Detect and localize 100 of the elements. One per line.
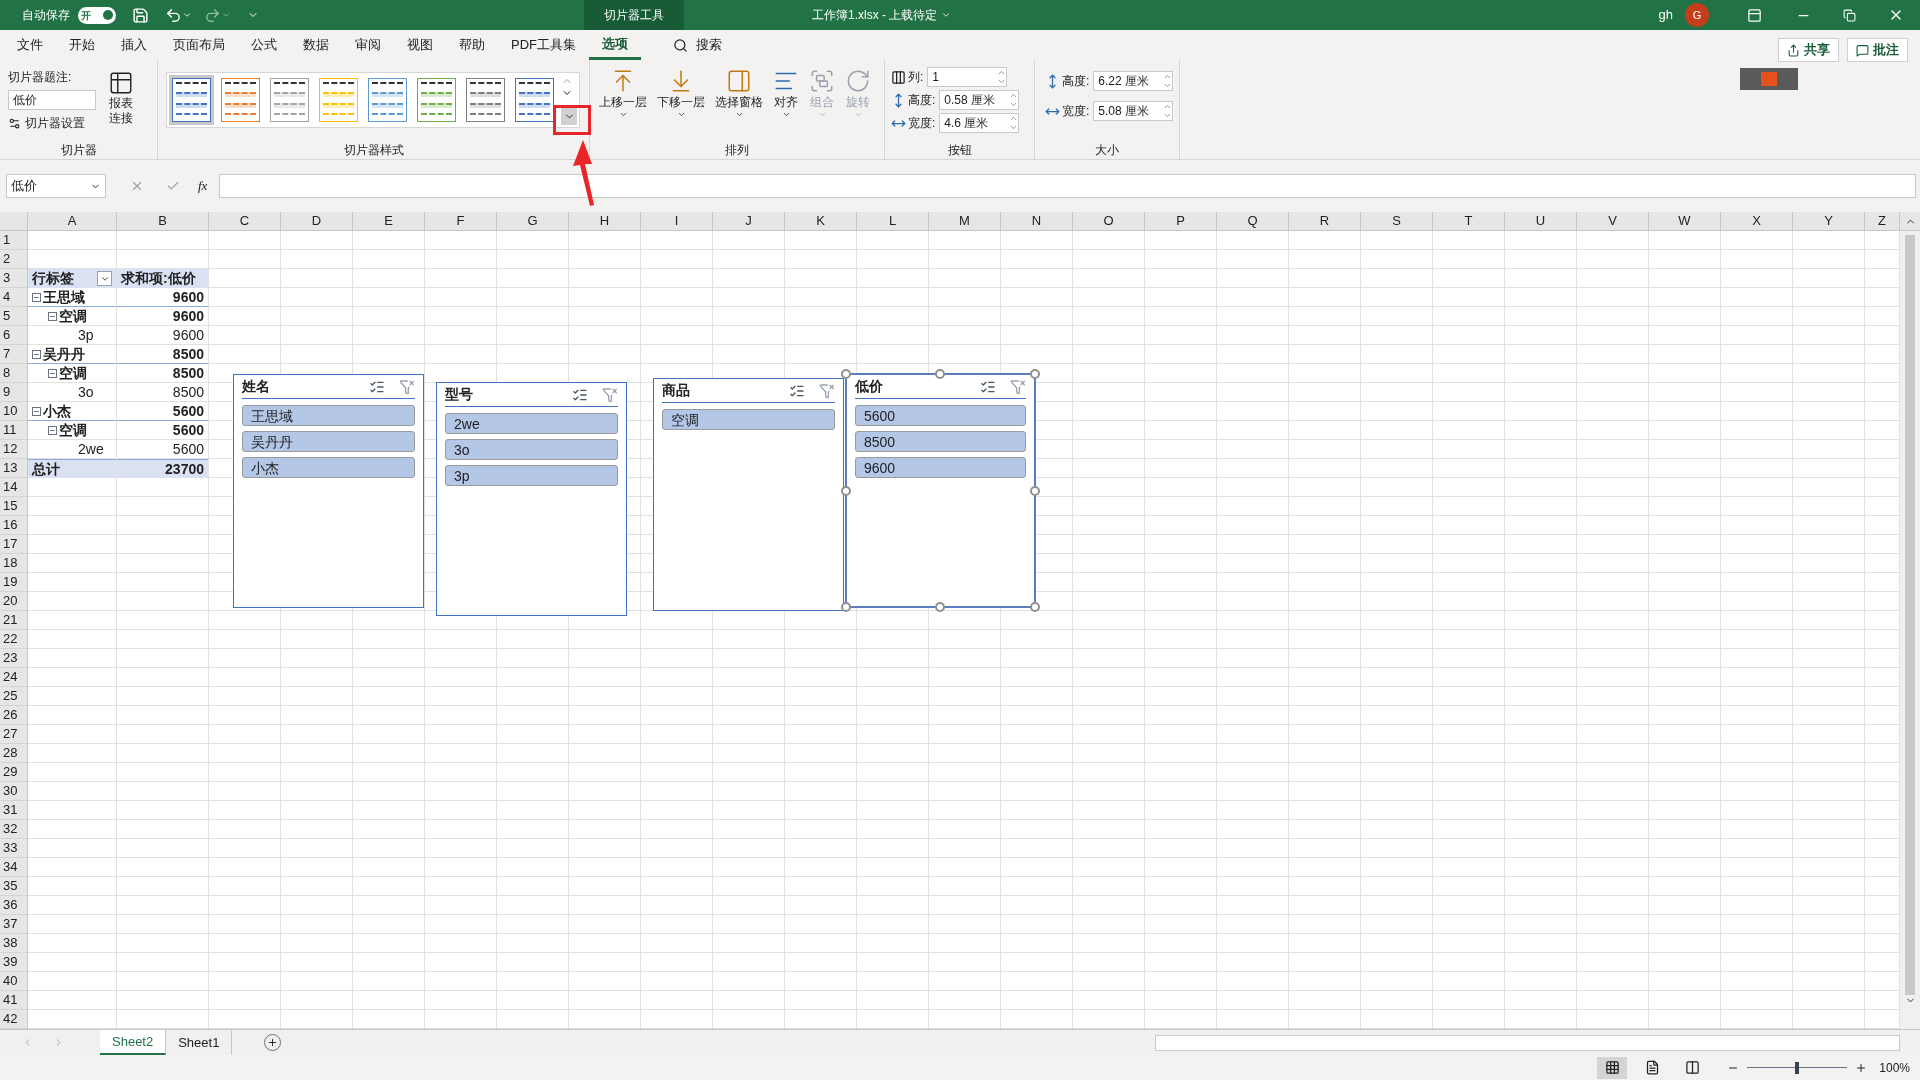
collapse-button[interactable] <box>32 349 41 359</box>
spin-up-icon[interactable] <box>1163 102 1173 111</box>
column-header[interactable]: G <box>497 212 569 230</box>
resize-handle[interactable] <box>1030 369 1040 379</box>
row-header[interactable]: 22 <box>0 630 27 649</box>
spin-down-icon[interactable] <box>1163 111 1173 120</box>
ribbon-tab[interactable]: PDF工具集 <box>498 30 589 60</box>
column-header[interactable]: Z <box>1865 212 1900 230</box>
ribbon-display-icon[interactable] <box>1747 7 1762 23</box>
window-title[interactable]: 工作簿1.xlsx - 上载待定 <box>812 6 938 24</box>
row-header[interactable]: 38 <box>0 934 27 953</box>
row-header[interactable]: 18 <box>0 554 27 573</box>
formula-input[interactable] <box>219 174 1916 198</box>
row-header[interactable]: 26 <box>0 706 27 725</box>
collapse-button[interactable] <box>32 292 41 302</box>
slicer-settings-button[interactable]: 切片器设置 <box>8 114 96 132</box>
row-header[interactable]: 8 <box>0 364 27 383</box>
slicer-item[interactable]: 王思域 <box>242 405 415 426</box>
slicer-style-thumbnail[interactable] <box>218 75 263 125</box>
row-header[interactable]: 17 <box>0 535 27 554</box>
ribbon-tab[interactable]: 数据 <box>290 30 342 60</box>
spin-field[interactable]: 0.58 厘米 <box>939 90 1020 110</box>
slicer-item[interactable]: 8500 <box>855 431 1026 452</box>
column-header[interactable]: D <box>281 212 353 230</box>
column-header[interactable]: J <box>713 212 785 230</box>
row-header[interactable]: 29 <box>0 763 27 782</box>
view-button[interactable] <box>1597 1056 1628 1079</box>
column-header[interactable]: C <box>209 212 281 230</box>
resize-handle[interactable] <box>1030 486 1040 496</box>
spin-down-icon[interactable] <box>1009 100 1019 109</box>
spin-down-icon[interactable] <box>1163 81 1173 90</box>
clear-filter-icon[interactable] <box>399 378 415 395</box>
row-header[interactable]: 10 <box>0 402 27 421</box>
row-header[interactable]: 4 <box>0 288 27 307</box>
slicer-style-thumbnail[interactable] <box>463 75 508 125</box>
column-header[interactable]: T <box>1433 212 1505 230</box>
column-header[interactable]: H <box>569 212 641 230</box>
column-header[interactable]: A <box>28 212 117 230</box>
zoom-slider[interactable] <box>1747 1060 1848 1075</box>
spin-up-icon[interactable] <box>1163 72 1173 81</box>
slicer-panel[interactable]: 商品 空调 <box>653 378 844 611</box>
spin-field[interactable]: 1 <box>927 67 1008 87</box>
row-header[interactable]: 1 <box>0 231 27 250</box>
collapse-button[interactable] <box>32 406 41 416</box>
undo-icon[interactable] <box>165 6 182 24</box>
slicer-item[interactable]: 空调 <box>662 409 835 430</box>
column-header[interactable]: B <box>117 212 209 230</box>
collapse-button[interactable] <box>48 426 57 435</box>
filter-dropdown-button[interactable] <box>97 271 112 286</box>
zoom-level[interactable]: 100% <box>1879 1058 1910 1077</box>
name-box[interactable]: 低价 <box>6 174 106 198</box>
column-header[interactable]: X <box>1721 212 1793 230</box>
row-header[interactable]: 12 <box>0 440 27 459</box>
column-header[interactable]: Q <box>1217 212 1289 230</box>
row-header[interactable]: 34 <box>0 858 27 877</box>
slicer-item[interactable]: 2we <box>445 413 618 434</box>
row-header[interactable]: 36 <box>0 896 27 915</box>
caret-icon[interactable] <box>941 10 952 20</box>
column-header[interactable]: P <box>1145 212 1217 230</box>
column-header[interactable]: S <box>1361 212 1433 230</box>
zoom-in-icon[interactable] <box>1855 1061 1868 1074</box>
column-header[interactable]: K <box>785 212 857 230</box>
ribbon-tab[interactable]: 选项 <box>589 30 641 60</box>
ribbon-tab[interactable]: 开始 <box>56 30 108 60</box>
clear-filter-icon[interactable] <box>602 386 618 403</box>
slicer-item[interactable]: 5600 <box>855 405 1026 426</box>
resize-handle[interactable] <box>1030 602 1040 612</box>
collapse-button[interactable] <box>48 369 57 378</box>
row-header[interactable]: 23 <box>0 649 27 668</box>
arrange-button[interactable]: 对齐 <box>770 68 802 141</box>
row-header[interactable]: 25 <box>0 687 27 706</box>
column-header[interactable]: N <box>1001 212 1073 230</box>
share-button[interactable]: 共享 <box>1778 38 1839 62</box>
input-method-icon[interactable] <box>1761 72 1777 86</box>
column-header[interactable]: E <box>353 212 425 230</box>
spin-up-icon[interactable] <box>1009 91 1019 100</box>
row-header[interactable]: 20 <box>0 592 27 611</box>
row-header[interactable]: 27 <box>0 725 27 744</box>
clear-filter-icon[interactable] <box>1010 378 1026 395</box>
save-icon[interactable] <box>132 6 149 24</box>
slicer-style-thumbnail[interactable] <box>169 75 214 125</box>
slicer-style-thumbnail[interactable] <box>512 75 557 125</box>
ribbon-tab[interactable]: 公式 <box>238 30 290 60</box>
comments-button[interactable]: 批注 <box>1847 38 1908 62</box>
row-header[interactable]: 28 <box>0 744 27 763</box>
ribbon-tab[interactable]: 页面布局 <box>160 30 238 60</box>
spin-down-icon[interactable] <box>1009 123 1019 132</box>
slicer-panel[interactable]: 型号 2we 3o 3p <box>436 382 627 616</box>
arrange-button[interactable]: 上移一层 <box>596 68 650 141</box>
row-header[interactable]: 15 <box>0 497 27 516</box>
row-header[interactable]: 9 <box>0 383 27 402</box>
column-header[interactable]: V <box>1577 212 1649 230</box>
cancel-icon[interactable] <box>130 179 144 193</box>
search-box[interactable]: 搜索 <box>673 35 722 55</box>
column-header[interactable]: Y <box>1793 212 1865 230</box>
row-header[interactable]: 32 <box>0 820 27 839</box>
row-header[interactable]: 41 <box>0 991 27 1010</box>
spin-down-icon[interactable] <box>997 77 1007 86</box>
row-header[interactable]: 40 <box>0 972 27 991</box>
slicer-style-thumbnail[interactable] <box>414 75 459 125</box>
